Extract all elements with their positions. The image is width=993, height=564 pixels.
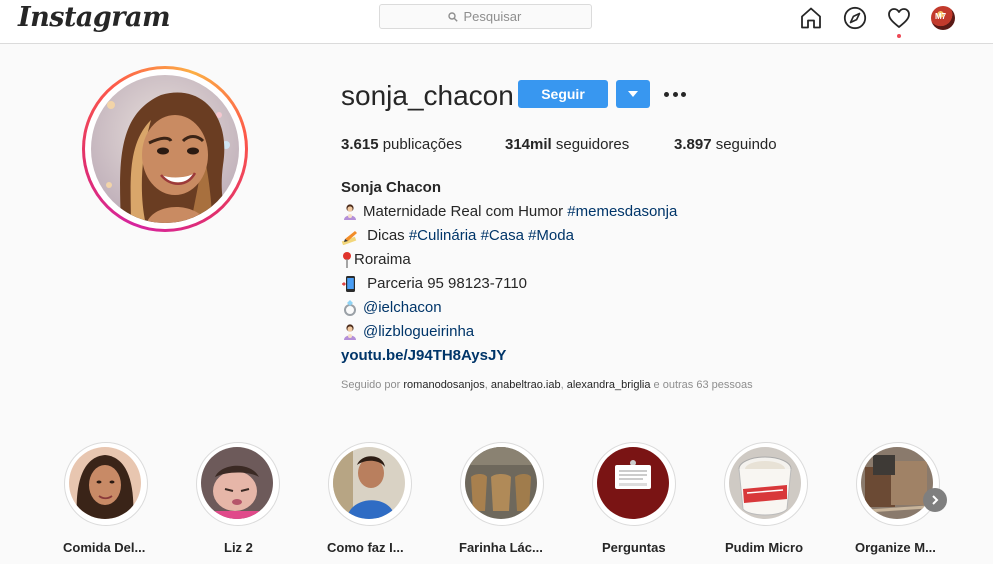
highlight-label: Farinha Lác... (459, 540, 543, 555)
bio-line-1-text: Maternidade Real com Humor (363, 203, 568, 220)
hashtag-culinaria[interactable]: #Culinária (409, 224, 477, 248)
followed-by-suffix: e outras 63 pessoas (650, 379, 753, 391)
highlight-label: Perguntas (602, 540, 666, 555)
bio-line-4-text: Parceria 95 98123-7110 (363, 275, 528, 292)
writing-hand-emoji-icon (341, 231, 357, 245)
mother-baby-emoji-icon (344, 324, 356, 340)
highlight-label: Comida Del... (63, 540, 146, 555)
bio-line-5: @ielchacon (341, 296, 901, 320)
highlights-next-button[interactable] (923, 488, 947, 512)
profile-photo (91, 75, 239, 223)
posts-label: publicações (382, 136, 462, 153)
bio-line-3-text: Roraima (354, 251, 411, 268)
highlight-cover (69, 447, 141, 519)
followed-by-prefix: Seguido por (341, 379, 404, 391)
following-count: 3.897 (674, 136, 712, 153)
highlight-cover (201, 447, 273, 519)
followers-label: seguidores (555, 136, 630, 153)
explore-compass-icon[interactable] (843, 6, 867, 30)
highlight-cover (465, 447, 537, 519)
profile-website-link[interactable]: youtu.be/J94TH8AysJY (341, 344, 901, 368)
highlight-label: Pudim Micro (725, 540, 804, 555)
hashtag-moda[interactable]: #Moda (528, 224, 574, 248)
avatar-text: M7 (935, 12, 947, 21)
bio-line-1: Maternidade Real com Humor #memesdasonja (341, 200, 901, 224)
hashtag-memesdasonja[interactable]: #memesdasonja (567, 200, 677, 224)
profile-bio: Sonja Chacon Maternidade Real com Humor … (341, 176, 901, 368)
bio-line-6: @lizblogueirinha (341, 320, 901, 344)
followed-by-user[interactable]: anabeltrao.iab (491, 379, 561, 391)
profile-username: sonja_chacon (341, 80, 514, 111)
bio-line-4: Parceria 95 98123-7110 (341, 272, 901, 296)
posts-count: 3.615 (341, 136, 379, 153)
highlight-cover (597, 447, 669, 519)
suggested-accounts-button[interactable] (616, 80, 650, 108)
mention-lizblogueirinha[interactable]: @lizblogueirinha (363, 320, 474, 344)
search-icon (447, 11, 458, 22)
top-nav: Instagram M7 (0, 0, 993, 44)
highlight-cover (333, 447, 405, 519)
activity-heart-icon[interactable] (887, 6, 911, 30)
profile-full-name: Sonja Chacon (341, 179, 442, 196)
followed-by-text[interactable]: Seguido por romanodosanjos, anabeltrao.i… (341, 379, 753, 391)
home-icon[interactable] (799, 6, 823, 30)
search-box[interactable] (379, 4, 592, 29)
bio-line-3: Roraima (341, 248, 901, 272)
profile-photo-ring[interactable] (82, 66, 248, 232)
hashtag-casa[interactable]: #Casa (481, 224, 524, 248)
followers-count: 314mil (505, 136, 552, 153)
caret-down-icon (628, 91, 638, 97)
mention-ielchacon[interactable]: @ielchacon (363, 296, 442, 320)
bio-line-2-text: Dicas (363, 227, 409, 244)
options-button[interactable] (664, 84, 686, 104)
bio-line-2: Dicas #Culinária #Casa #Moda (341, 224, 901, 248)
dot (681, 91, 686, 97)
highlight-label: Como faz I... (327, 540, 404, 555)
highlight-label: Liz 2 (224, 540, 253, 555)
highlight-cover (729, 447, 801, 519)
highlight-label: Organize M... (855, 540, 936, 555)
posts-stat: 3.615 publicações (341, 136, 462, 153)
mobile-phone-emoji-icon (342, 276, 355, 292)
notification-dot (897, 34, 901, 38)
followers-stat[interactable]: 314mil seguidores (505, 136, 629, 153)
following-stat[interactable]: 3.897 seguindo (674, 136, 777, 153)
round-pushpin-emoji-icon (343, 252, 351, 268)
followed-by-user[interactable]: alexandra_briglia (567, 379, 651, 391)
highlight-cover (861, 447, 933, 519)
mother-baby-emoji-icon (344, 204, 356, 220)
profile-avatar[interactable]: M7 (931, 6, 955, 30)
dot (664, 91, 669, 97)
ring-emoji-icon (344, 300, 356, 316)
follow-button[interactable]: Seguir (518, 80, 608, 108)
chevron-right-icon (932, 495, 939, 505)
search-input[interactable] (463, 9, 524, 24)
followed-by-user[interactable]: romanodosanjos (403, 379, 484, 391)
dot (672, 91, 678, 97)
instagram-logo[interactable]: Instagram (18, 2, 171, 33)
following-label: seguindo (715, 136, 777, 153)
